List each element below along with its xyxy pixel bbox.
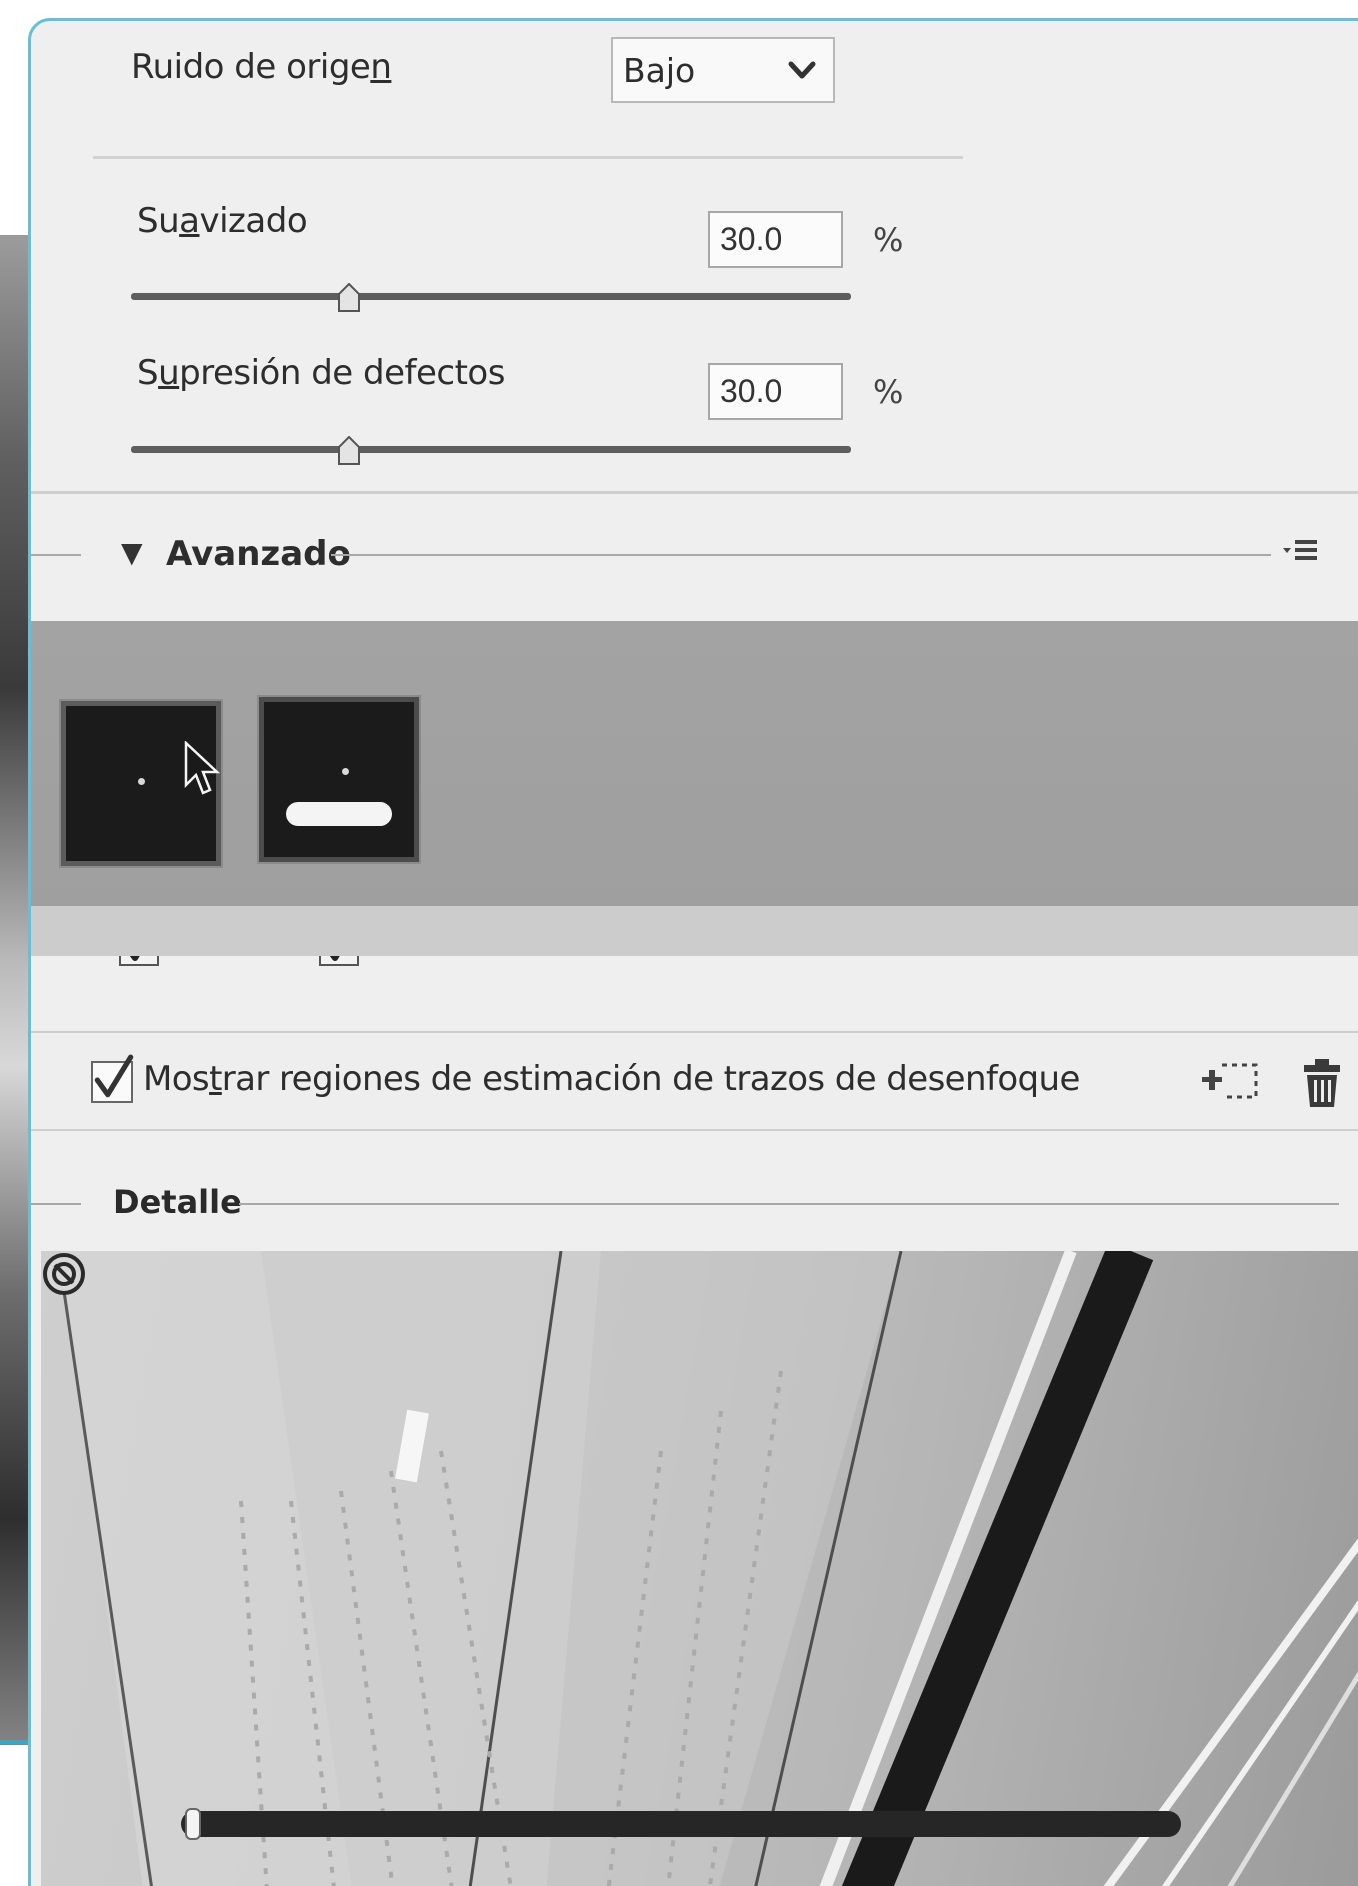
blur-region-bar xyxy=(286,802,392,826)
checkmark-icon xyxy=(94,1054,134,1098)
header-rule xyxy=(331,554,1271,556)
blur-trace-strip xyxy=(31,621,1358,966)
detail-title: Detalle xyxy=(113,1183,242,1221)
artifact-suppression-input[interactable]: 30.0 xyxy=(708,363,843,420)
zoom-slider-track[interactable] xyxy=(181,1811,1181,1837)
advanced-section-header: ▼ Avanzado xyxy=(31,526,1358,586)
header-rule xyxy=(31,1203,81,1205)
header-rule xyxy=(239,1203,1339,1205)
detail-preview[interactable] xyxy=(41,1251,1358,1886)
smoothing-input[interactable]: 30.0 xyxy=(708,211,843,268)
kernel-trace xyxy=(138,778,145,785)
show-regions-checkbox[interactable] xyxy=(91,1054,134,1103)
smoothing-unit: % xyxy=(873,221,904,259)
panel-menu-icon[interactable] xyxy=(1281,534,1327,570)
separator xyxy=(93,156,963,159)
artifact-suppression-slider-track[interactable] xyxy=(131,446,851,453)
smoothing-slider-track[interactable] xyxy=(131,293,851,300)
chevron-down-icon xyxy=(788,61,816,79)
artifact-suppression-slider-thumb[interactable] xyxy=(337,436,361,466)
artifact-suppression-label: Supresión de defectos xyxy=(137,353,505,393)
collapse-triangle-icon[interactable]: ▼ xyxy=(121,536,143,569)
mouse-cursor-icon xyxy=(184,741,221,795)
add-region-icon[interactable] xyxy=(1196,1055,1262,1111)
section-divider xyxy=(31,491,1358,494)
show-regions-label: Mostrar regiones de estimación de trazos… xyxy=(143,1059,1080,1099)
source-noise-value: Bajo xyxy=(623,50,696,90)
smoothing-slider-thumb[interactable] xyxy=(337,283,361,313)
zoom-slider-thumb[interactable] xyxy=(185,1808,201,1840)
no-symbol-icon[interactable] xyxy=(41,1251,87,1297)
kernel-trace xyxy=(342,768,349,775)
header-rule xyxy=(31,554,81,556)
shake-reduction-panel: Ruido de origen Bajo Suavizado 30.0 % Su… xyxy=(28,18,1358,1886)
strip-footer xyxy=(31,906,1358,956)
detail-section-header: Detalle xyxy=(31,1171,1358,1231)
show-regions-row: Mostrar regiones de estimación de trazos… xyxy=(31,1031,1358,1131)
dragonfly-wing-photo xyxy=(59,1251,1358,1886)
trash-icon[interactable] xyxy=(1301,1057,1343,1109)
advanced-title[interactable]: Avanzado xyxy=(166,534,351,574)
artifact-suppression-unit: % xyxy=(873,373,904,411)
smoothing-label: Suavizado xyxy=(137,201,308,241)
source-noise-label: Ruido de origen xyxy=(131,47,392,87)
source-noise-dropdown[interactable]: Bajo xyxy=(611,37,835,103)
blur-trace-kernel-2[interactable] xyxy=(257,695,421,864)
